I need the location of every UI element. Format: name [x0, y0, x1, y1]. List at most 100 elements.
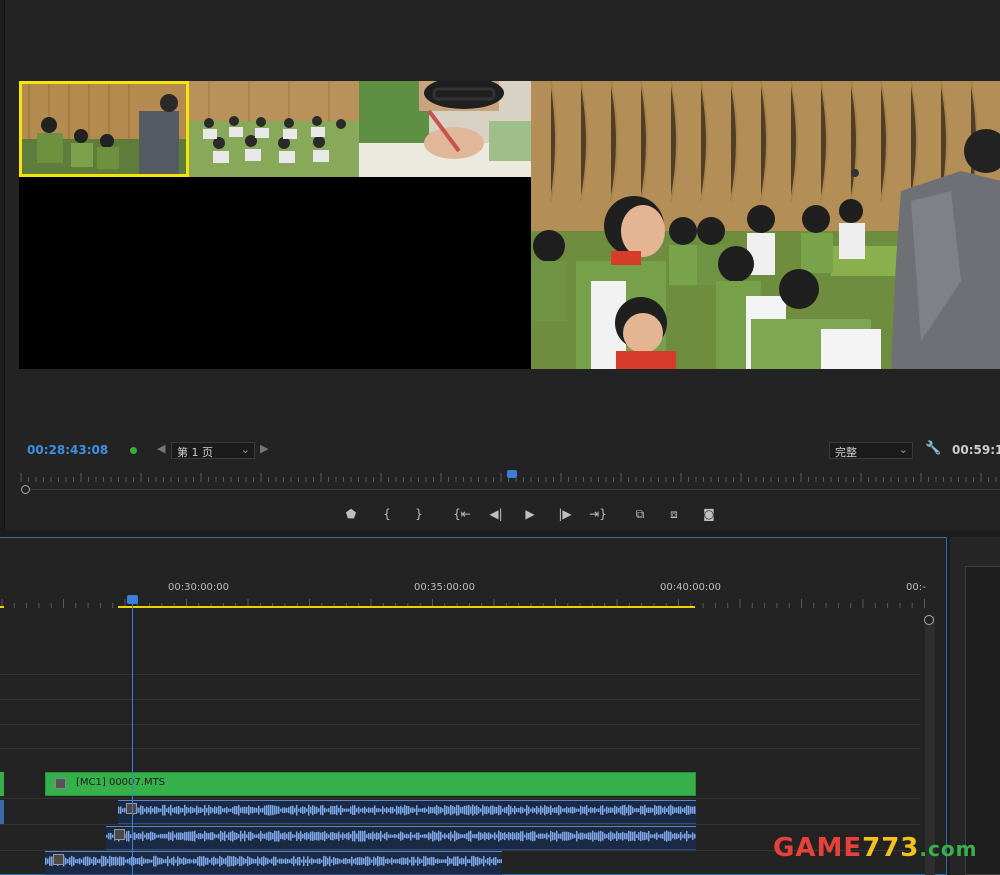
- waveform-bar: [126, 831, 128, 842]
- waveform-bar: [286, 807, 288, 813]
- current-timecode[interactable]: 00:28:43:08: [27, 443, 108, 457]
- waveform-bar: [624, 804, 626, 816]
- waveform-bar: [550, 805, 552, 815]
- waveform-bar: [584, 806, 586, 814]
- waveform-bar: [414, 834, 416, 839]
- previous-page-icon[interactable]: ◀: [157, 442, 165, 455]
- camera-angle-2[interactable]: [189, 81, 359, 177]
- waveform-bar: [125, 859, 127, 863]
- ruler-label: 00:35:00:00: [414, 582, 476, 593]
- waveform-bar: [600, 830, 602, 842]
- waveform-bar: [209, 859, 211, 863]
- waveform-bar: [398, 806, 400, 814]
- waveform-bar: [342, 832, 344, 840]
- waveform-bar: [337, 858, 339, 865]
- waveform-bar: [384, 808, 386, 812]
- step-forward-button[interactable]: |▶: [554, 504, 576, 524]
- scrollbar-handle[interactable]: [924, 615, 934, 625]
- lift-button[interactable]: ⧉: [629, 504, 651, 524]
- waveform-bar: [344, 834, 346, 839]
- waveform-bar: [412, 834, 414, 838]
- program-output-view[interactable]: [531, 81, 1000, 369]
- waveform-bar: [361, 857, 363, 865]
- next-page-icon[interactable]: ▶: [260, 442, 268, 455]
- waveform-bar: [612, 832, 614, 840]
- waveform-bar: [105, 856, 107, 866]
- waveform-bar: [280, 808, 282, 812]
- audio-clip-a3[interactable]: [45, 851, 502, 875]
- waveform-bar: [562, 831, 564, 841]
- waveform-bar: [644, 832, 646, 841]
- video-clip[interactable]: [MC1] 00007.MTS: [45, 772, 696, 796]
- step-back-button[interactable]: ◀|: [485, 504, 507, 524]
- camera-angle-3[interactable]: [359, 81, 531, 177]
- waveform-bar: [237, 858, 239, 864]
- waveform-bar: [534, 831, 536, 841]
- camera-angle-1[interactable]: [19, 81, 189, 177]
- waveform-bar: [329, 856, 331, 867]
- audio-clip-stub[interactable]: [0, 800, 4, 824]
- monitor-zoom-bar[interactable]: [30, 489, 1000, 490]
- work-area-bar[interactable]: [118, 606, 695, 608]
- waveform-bar: [316, 806, 318, 814]
- play-button[interactable]: ▶: [519, 504, 541, 524]
- waveform-bar: [206, 807, 208, 813]
- waveform-bar: [290, 831, 292, 841]
- audio-clip-a1[interactable]: [118, 800, 696, 824]
- video-clip-stub[interactable]: [0, 772, 4, 796]
- waveform-bar: [670, 804, 672, 816]
- monitor-zoom-handle[interactable]: [21, 485, 30, 494]
- multicam-source-view[interactable]: [19, 81, 531, 369]
- waveform-bar: [382, 834, 384, 838]
- mark-out-button[interactable]: }: [408, 504, 430, 524]
- audio-clip-a2[interactable]: [106, 826, 696, 850]
- waveform-bar: [174, 807, 176, 814]
- waveform-bar: [166, 808, 168, 813]
- transport-controls: ⬟ { } {⇤ ◀| ▶ |▶ ⇥} ⧉ ⧈ ◙: [5, 504, 1000, 524]
- waveform-bar: [520, 806, 522, 814]
- waveform-bar: [508, 804, 510, 816]
- waveform-bar: [180, 807, 182, 813]
- extract-button[interactable]: ⧈: [663, 504, 685, 524]
- waveform-bar: [212, 807, 214, 813]
- add-marker-button[interactable]: ⬟: [340, 504, 362, 524]
- waveform-bar: [443, 859, 445, 863]
- export-frame-button[interactable]: ◙: [698, 504, 720, 524]
- waveform-bar: [463, 858, 465, 864]
- waveform-bar: [347, 859, 349, 864]
- waveform-bar: [234, 805, 236, 815]
- playback-quality-select[interactable]: 完整 ⌄: [829, 442, 913, 459]
- waveform-bar: [656, 806, 658, 815]
- go-to-in-button[interactable]: {⇤: [451, 504, 473, 524]
- waveform-bar: [504, 807, 506, 814]
- waveform-bar: [225, 857, 227, 865]
- monitor-playhead[interactable]: [507, 470, 517, 478]
- waveform-bar: [532, 831, 534, 842]
- waveform-bar: [379, 856, 381, 866]
- waveform-bar: [354, 805, 356, 816]
- waveform-bar: [423, 856, 425, 867]
- multicam-page-select[interactable]: 第 1 页 ⌄: [171, 442, 255, 459]
- waveform-bar: [484, 832, 486, 841]
- waveform-bar: [542, 807, 544, 813]
- waveform-bar: [357, 857, 359, 866]
- waveform-bar: [598, 808, 600, 813]
- waveform-bar: [158, 834, 160, 838]
- go-to-out-button[interactable]: ⇥}: [587, 504, 609, 524]
- waveform-bar: [408, 834, 410, 839]
- waveform-bar: [249, 857, 251, 866]
- waveform-bar: [566, 806, 568, 814]
- waveform-bar: [640, 805, 642, 815]
- waveform-bar: [175, 859, 177, 863]
- waveform-bar: [331, 859, 333, 863]
- mark-in-button[interactable]: {: [376, 504, 398, 524]
- waveform-bar: [369, 857, 371, 865]
- waveform-bar: [512, 808, 514, 813]
- waveform-bar: [594, 807, 596, 814]
- timeline-playhead[interactable]: [127, 595, 138, 604]
- marker-icon: ⬟: [345, 507, 357, 521]
- waveform-bar: [390, 806, 392, 814]
- wrench-settings-icon[interactable]: 🔧: [925, 441, 941, 456]
- work-area-bar-left[interactable]: [0, 606, 4, 608]
- waveform-bar: [169, 859, 171, 864]
